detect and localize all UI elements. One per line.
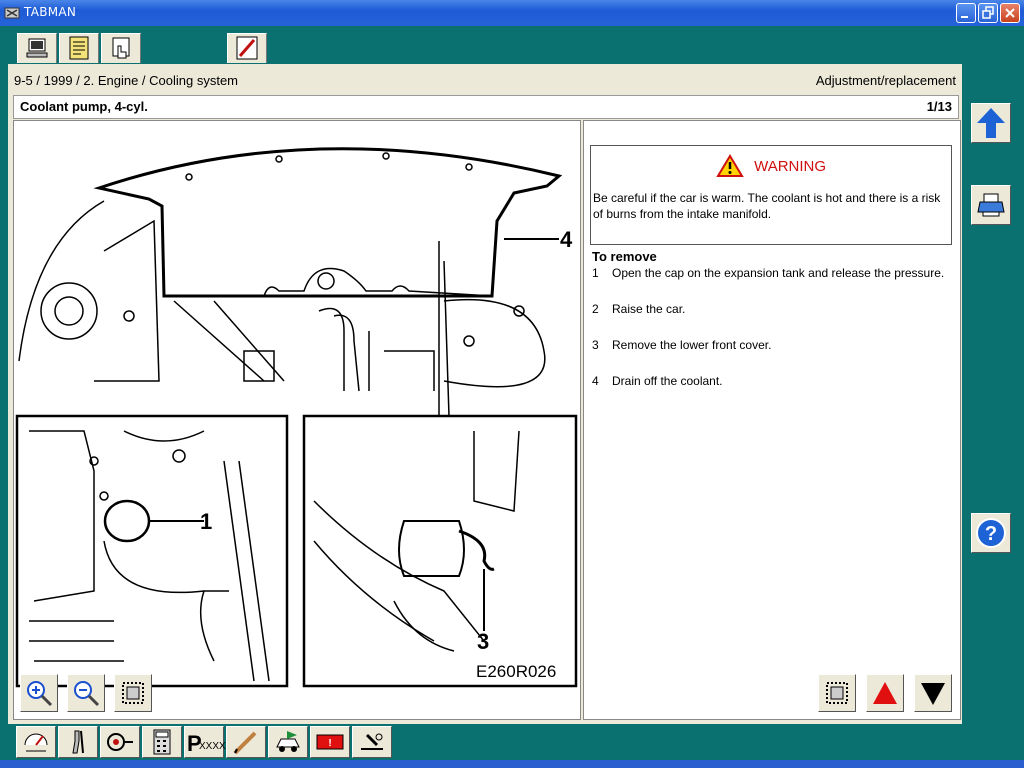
- step-number: 3: [592, 338, 599, 352]
- restore-button[interactable]: [978, 3, 998, 23]
- zoom-in-icon: [27, 681, 53, 707]
- settings-button[interactable]: [352, 726, 392, 758]
- printer-icon: [977, 193, 1005, 217]
- step-text: Open the cap on the expansion tank and r…: [612, 266, 945, 280]
- tab-computer[interactable]: [17, 33, 57, 63]
- minimize-icon: [961, 16, 968, 18]
- svg-text:?: ?: [985, 523, 997, 545]
- instruction-pane: WARNING Be careful if the car is warm. T…: [583, 120, 961, 720]
- close-button[interactable]: [1000, 3, 1020, 23]
- warning-text: Be careful if the car is warm. The coola…: [593, 191, 941, 221]
- manual-icon: [69, 36, 89, 60]
- warning-box: WARNING Be careful if the car is warm. T…: [590, 145, 952, 245]
- callout-1: 1: [200, 509, 212, 534]
- illustration-pane: 4 1 3 E260R026: [13, 120, 581, 720]
- callout-4: 3: [477, 629, 489, 654]
- arrow-up-red-icon: [873, 682, 897, 704]
- mode-label: Adjustment/replacement: [815, 73, 956, 88]
- wrench-icon: [72, 730, 84, 754]
- list-item: 3 Remove the lower front cover.: [592, 337, 952, 353]
- help-button[interactable]: ?: [971, 513, 1011, 553]
- step-text: Remove the lower front cover.: [612, 338, 772, 352]
- close-icon: [1005, 8, 1015, 18]
- step-number: 4: [592, 374, 599, 388]
- calculator-icon: [153, 729, 171, 755]
- car-transfer-icon: [276, 731, 300, 752]
- window-title: TABMAN: [24, 5, 77, 19]
- fault-codes-button[interactable]: !: [310, 726, 350, 758]
- main-panel: 9-5 / 1999 / 2. Engine / Cooling system …: [8, 64, 962, 724]
- up-level-button[interactable]: [971, 103, 1011, 143]
- document-title: Coolant pump, 4-cyl.: [20, 99, 148, 114]
- fit-view-button[interactable]: [114, 674, 152, 712]
- figure-code: E260R026: [476, 662, 556, 681]
- warning-header: WARNING: [591, 154, 951, 178]
- vehicle-id-button[interactable]: P XXXX: [184, 726, 226, 758]
- diagnostics-button[interactable]: [100, 726, 140, 758]
- svg-text:!: !: [328, 738, 331, 749]
- step-number: 2: [592, 302, 599, 316]
- hand-pointer-icon: [112, 37, 130, 59]
- fit-page-icon: [826, 682, 848, 704]
- minimize-button[interactable]: [956, 3, 976, 23]
- vehicle-id-label: XXXX: [199, 741, 226, 752]
- tools-button[interactable]: [58, 726, 98, 758]
- gauge-icon: [24, 733, 48, 752]
- taskbar-strip: [0, 760, 1024, 768]
- document-header: Coolant pump, 4-cyl. 1/13: [13, 95, 959, 119]
- warning-icon: [716, 154, 744, 177]
- engine-illustration: 4 1 3 E260R026: [15, 147, 578, 688]
- tool-settings-icon: [361, 733, 383, 750]
- tab-manual[interactable]: [59, 33, 99, 63]
- bottom-toolbar: P XXXX !: [0, 724, 1024, 760]
- warning-label: WARNING: [754, 157, 827, 175]
- computer-icon: [26, 38, 48, 58]
- top-tab-bar: [0, 26, 1024, 64]
- page-indicator: 1/13: [926, 99, 952, 114]
- zoom-in-button[interactable]: [20, 674, 58, 712]
- step-number: 1: [592, 266, 599, 280]
- tab-edit[interactable]: [227, 33, 267, 63]
- fit-page-button[interactable]: [818, 674, 856, 712]
- callout-3: 4: [560, 227, 573, 252]
- list-item: 4 Drain off the coolant.: [592, 373, 952, 389]
- tab-hand[interactable]: [101, 33, 141, 63]
- breadcrumb: 9-5 / 1999 / 2. Engine / Cooling system: [14, 73, 239, 88]
- edit-button[interactable]: [226, 726, 266, 758]
- diagnostics-icon: [107, 733, 133, 751]
- list-item: 2 Raise the car.: [592, 301, 952, 317]
- arrow-up-blue-icon: [977, 108, 1005, 138]
- list-item: 1 Open the cap on the expansion tank and …: [592, 265, 952, 281]
- calculator-button[interactable]: [142, 726, 182, 758]
- step-text: Drain off the coolant.: [612, 374, 723, 388]
- print-button[interactable]: [971, 185, 1011, 225]
- fit-view-icon: [122, 682, 144, 704]
- next-page-button[interactable]: [914, 674, 952, 712]
- transfer-button[interactable]: [268, 726, 308, 758]
- zoom-out-icon: [74, 681, 100, 707]
- measure-button[interactable]: [16, 726, 56, 758]
- previous-page-button[interactable]: [866, 674, 904, 712]
- zoom-out-button[interactable]: [67, 674, 105, 712]
- restore-icon: [982, 6, 994, 19]
- pen-icon: [236, 36, 258, 60]
- title-bar: TABMAN: [0, 0, 1024, 26]
- procedure-steps: 1 Open the cap on the expansion tank and …: [592, 265, 952, 409]
- pencil-icon: [233, 731, 257, 755]
- procedure-heading: To remove: [592, 249, 657, 264]
- fault-icon: !: [316, 734, 344, 750]
- arrow-down-icon: [921, 683, 945, 705]
- step-text: Raise the car.: [612, 302, 686, 316]
- help-icon: ?: [976, 518, 1006, 548]
- app-icon: [4, 7, 20, 19]
